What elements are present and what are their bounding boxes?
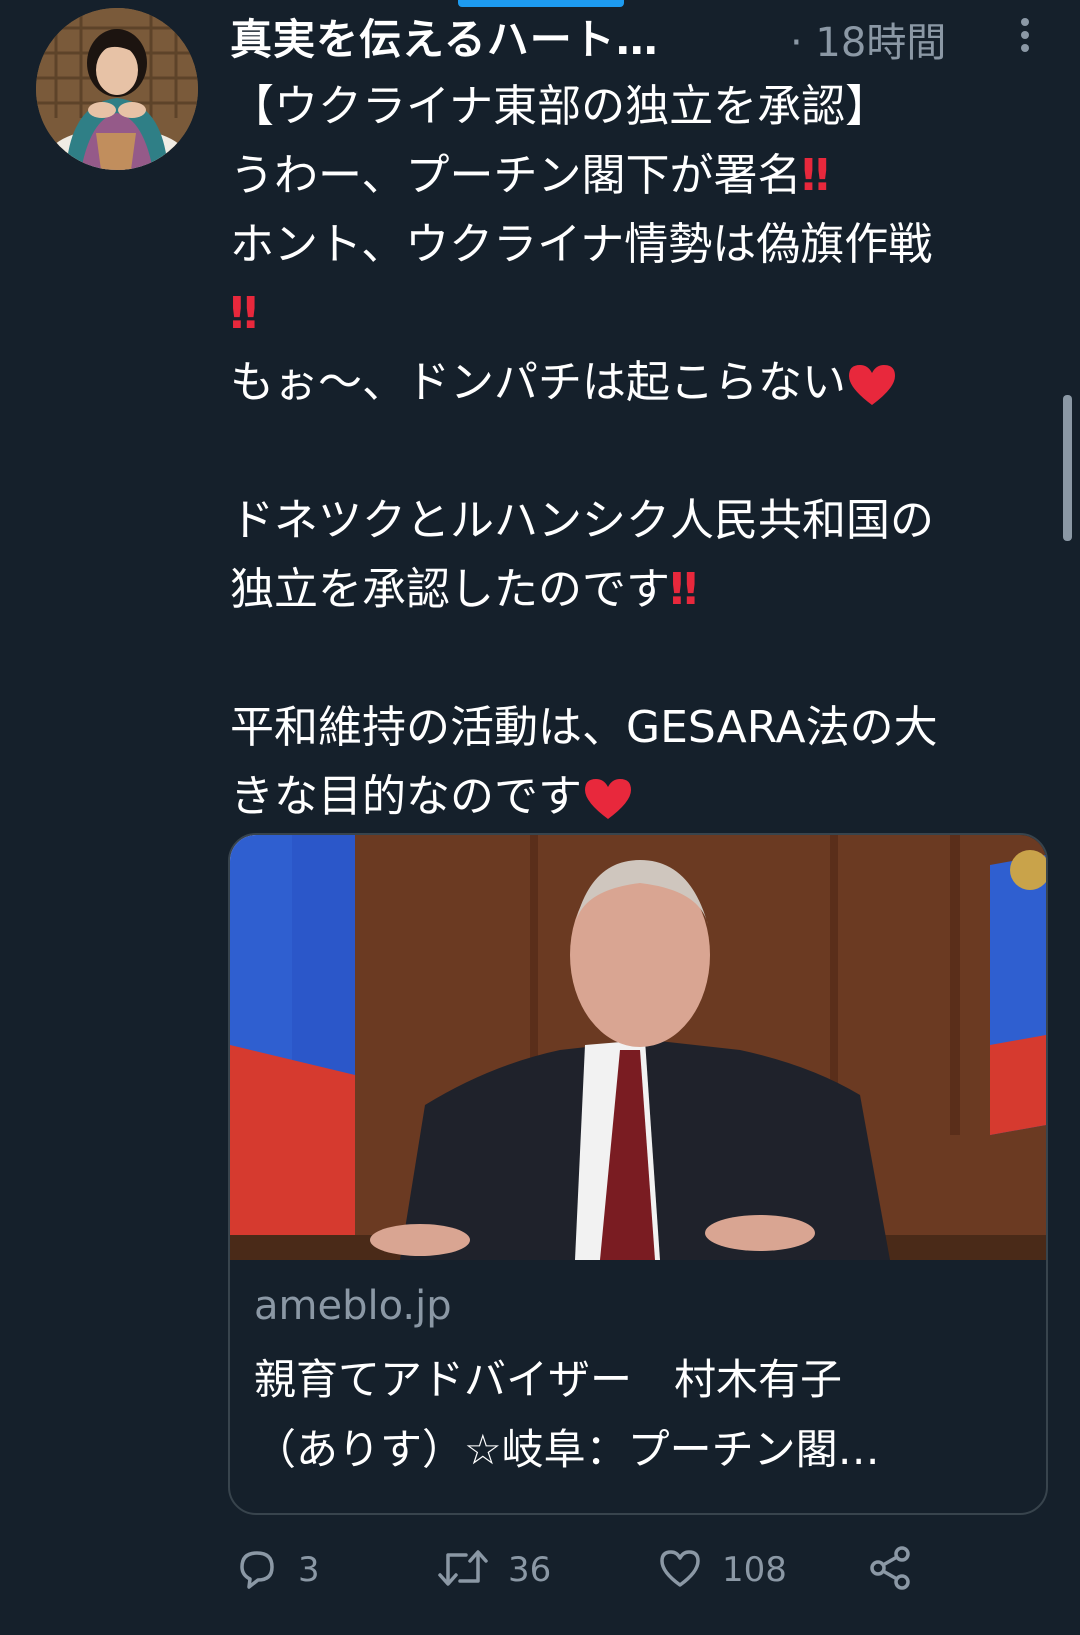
reply-count: 3 [298, 1550, 320, 1590]
retweet-count: 36 [508, 1550, 552, 1590]
tweet-text-segment: きな目的なのです [230, 771, 582, 822]
tweet-text-line: 【ウクライナ東部の独立を承認】 [230, 72, 1050, 141]
tweet-text-line: ドネツクとルハンシク人民共和国の [230, 486, 1050, 555]
author-avatar[interactable] [36, 8, 198, 170]
tweet-body: 【ウクライナ東部の独立を承認】 うわー、プーチン閣下が署名‼ ホント、ウクライナ情勢… [230, 72, 1050, 831]
card-domain: ameblo.jp [254, 1283, 452, 1329]
retweet-button[interactable]: 36 [436, 1540, 551, 1600]
avatar-photo [36, 8, 198, 170]
share-button[interactable] [866, 1540, 916, 1600]
tweet-text-line: もぉ〜、ドンパチは起こらない [230, 348, 1050, 417]
like-count: 108 [722, 1550, 787, 1590]
scrollbar-thumb[interactable] [1063, 395, 1072, 541]
tweet-text-line: ホント、ウクライナ情勢は偽旗作戦 [230, 210, 1050, 279]
retweet-icon [436, 1545, 490, 1595]
tweet-text-segment: もぉ〜、ドンパチは起こらない [230, 357, 846, 408]
tweet-text-line: きな目的なのです [230, 762, 1050, 831]
card-thumbnail-image [230, 835, 1046, 1260]
tweet-header: 真実を伝えるハート… · 18時間 [230, 0, 1030, 70]
red-heart-emoji [582, 765, 634, 834]
tweet-action-bar: 3 36 108 [230, 1540, 1030, 1600]
tweet-text-segment: うわー、プーチン閣下が署名 [230, 150, 802, 201]
card-title-line: 親育てアドバイザー 村木有子 [254, 1355, 843, 1404]
red-heart-emoji [846, 351, 898, 420]
tweet-text-line: ‼ [230, 279, 1050, 348]
card-title: 親育てアドバイザー 村木有子 （ありす）☆岐阜：プーチン閣… [254, 1345, 1034, 1485]
share-icon [866, 1543, 916, 1597]
card-title-line: （ありす）☆岐阜：プーチン閣… [254, 1425, 880, 1474]
like-button[interactable]: 108 [656, 1540, 787, 1600]
tweet-text-line: うわー、プーチン閣下が署名‼ [230, 141, 1050, 210]
tweet-timestamp[interactable]: · 18時間 [790, 10, 946, 68]
double-exclamation-emoji: ‼ [230, 288, 257, 339]
tweet-text-line: 独立を承認したのです‼ [230, 555, 1050, 624]
link-preview-card[interactable]: ameblo.jp 親育てアドバイザー 村木有子 （ありす）☆岐阜：プーチン閣… [228, 833, 1048, 1515]
tweet-text-segment: 独立を承認したのです [230, 564, 670, 615]
tweet-text-segment: 平和維持の活動は、GESARA法の大 [230, 702, 938, 753]
author-display-name[interactable]: 真実を伝えるハート… [230, 6, 659, 67]
tweet-text-segment: ドネツクとルハンシク人民共和国の [230, 495, 934, 546]
double-exclamation-emoji: ‼ [801, 150, 829, 201]
tweet-text-segment: ホント、ウクライナ情勢は偽旗作戦 [230, 219, 933, 270]
reply-button[interactable]: 3 [234, 1540, 320, 1600]
double-exclamation-emoji: ‼ [670, 564, 697, 615]
tweet-text-segment: 【ウクライナ東部の独立を承認】 [230, 81, 890, 132]
heart-outline-icon [656, 1545, 704, 1595]
more-vertical-icon[interactable] [1010, 10, 1040, 60]
tweet-text-line: 平和維持の活動は、GESARA法の大 [230, 693, 1050, 762]
reply-icon [234, 1545, 280, 1595]
